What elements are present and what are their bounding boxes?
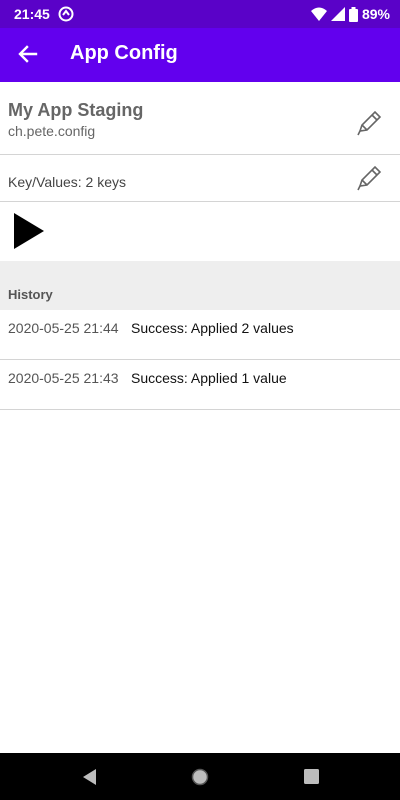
pencil-icon xyxy=(357,165,382,191)
play-button[interactable] xyxy=(13,212,45,250)
battery-icon xyxy=(348,6,358,22)
edit-keyvalues-button[interactable] xyxy=(354,163,384,193)
history-list: 2020-05-25 21:44 Success: Applied 2 valu… xyxy=(0,310,400,410)
arrow-left-icon xyxy=(18,45,38,63)
nav-recents-button[interactable] xyxy=(302,767,322,787)
navigation-bar xyxy=(0,753,400,800)
history-message: Success: Applied 1 value xyxy=(131,370,287,386)
nav-back-button[interactable] xyxy=(80,767,100,787)
wifi-icon xyxy=(310,7,327,21)
back-button[interactable] xyxy=(14,40,42,68)
play-icon xyxy=(14,213,44,249)
history-item[interactable]: 2020-05-25 21:43 Success: Applied 1 valu… xyxy=(0,360,400,410)
config-name: My App Staging xyxy=(8,100,144,120)
edit-config-button[interactable] xyxy=(354,108,384,138)
history-header: History xyxy=(0,261,400,310)
keyvalues-row[interactable]: Key/Values: 2 keys xyxy=(0,155,400,202)
pencil-icon xyxy=(357,110,382,136)
signal-icon xyxy=(330,7,345,21)
app-bar: App Config xyxy=(0,28,400,82)
history-date: 2020-05-25 21:43 xyxy=(8,370,119,386)
home-circle-icon xyxy=(191,768,209,786)
back-triangle-icon xyxy=(83,769,96,785)
nav-home-button[interactable] xyxy=(190,767,210,787)
sync-icon xyxy=(58,6,74,22)
recents-square-icon xyxy=(304,769,319,784)
status-time: 21:45 xyxy=(14,6,50,22)
keyvalues-label: Key/Values: 2 keys xyxy=(8,174,127,190)
history-message: Success: Applied 2 values xyxy=(131,320,294,336)
config-id: ch.pete.config xyxy=(8,123,96,139)
status-right: 89% xyxy=(310,5,390,23)
page-title: App Config xyxy=(70,42,178,64)
status-bar: 21:45 89% xyxy=(0,0,400,28)
config-row[interactable]: My App Staging ch.pete.config xyxy=(0,82,400,155)
history-date: 2020-05-25 21:44 xyxy=(8,320,119,336)
battery-percent: 89% xyxy=(361,6,390,22)
history-title: History xyxy=(8,287,53,302)
history-item[interactable]: 2020-05-25 21:44 Success: Applied 2 valu… xyxy=(0,310,400,360)
